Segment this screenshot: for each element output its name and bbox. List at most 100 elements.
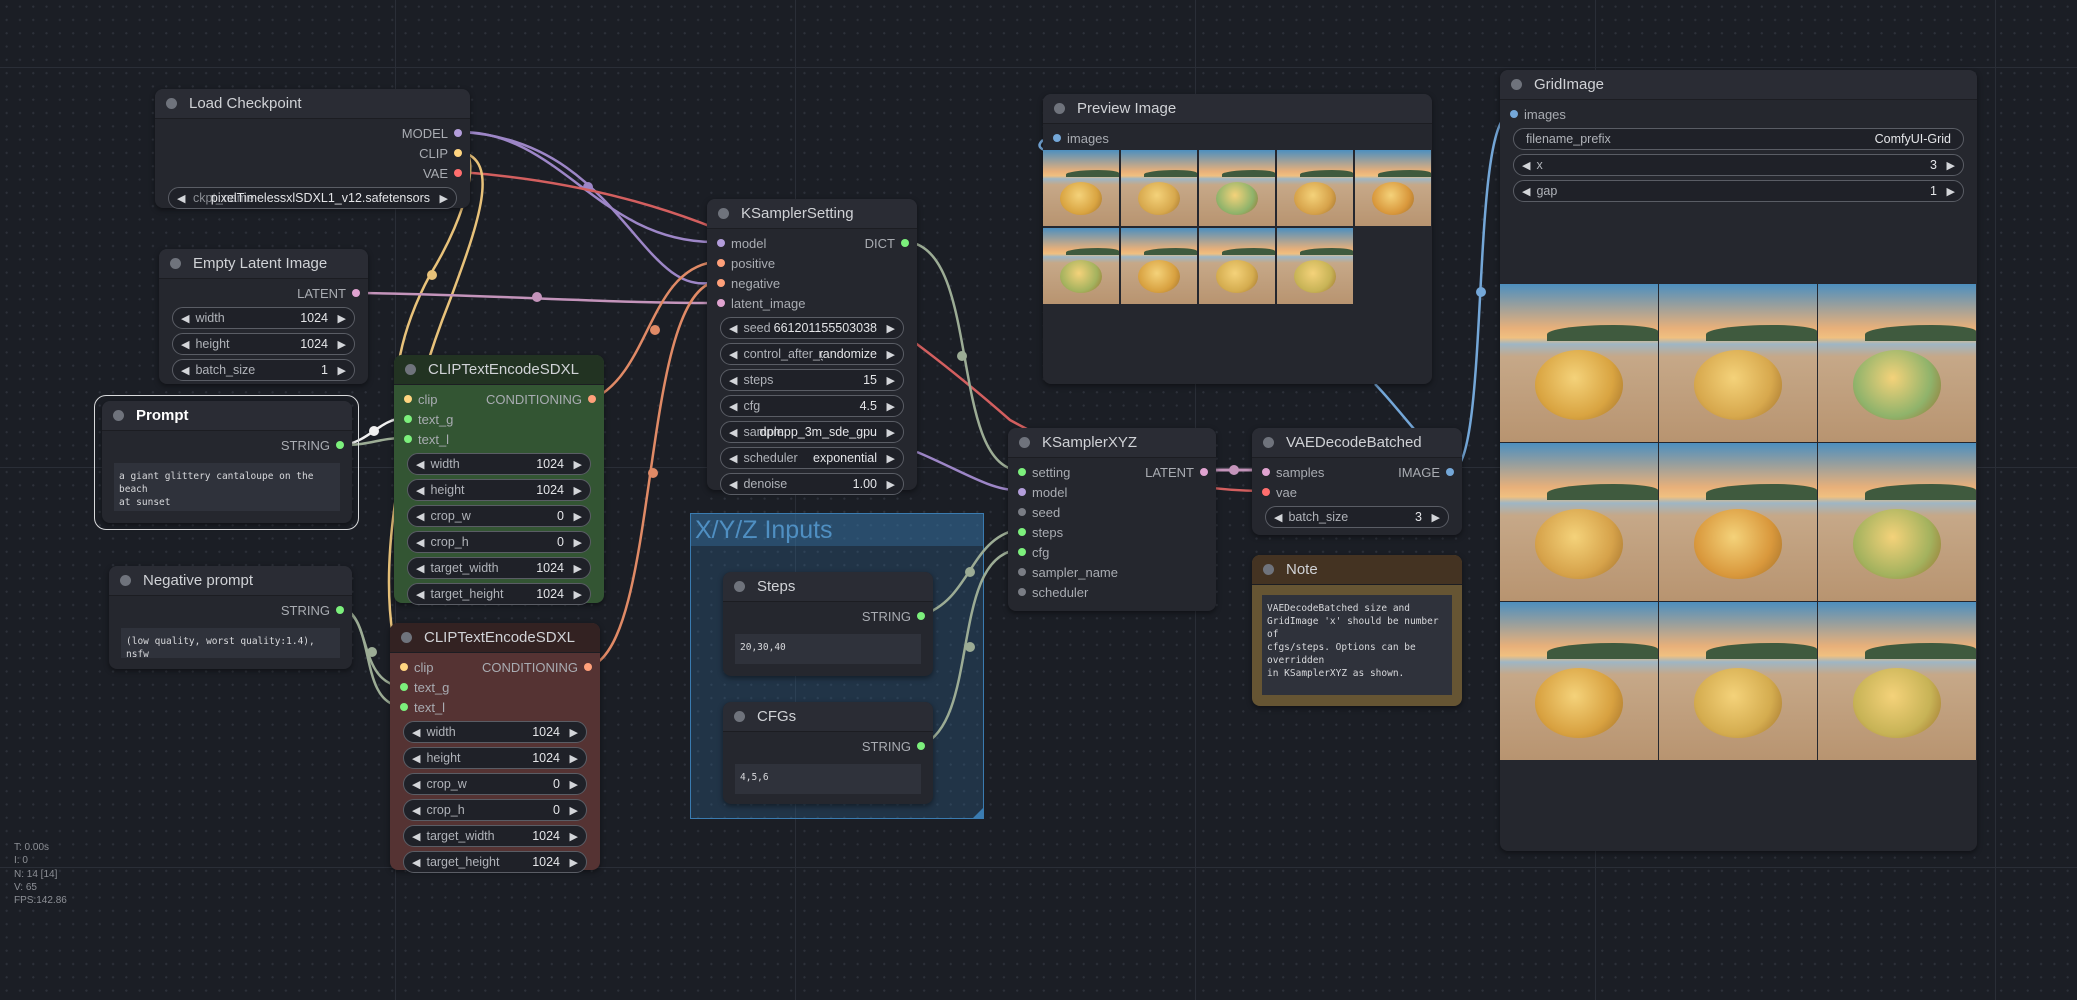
decrement-arrow-icon[interactable]: ◀	[729, 426, 737, 439]
node-header[interactable]: Prompt	[102, 401, 352, 431]
node-empty-latent-image[interactable]: Empty Latent Image LATENT ◀ width 1024 ▶ ◀ h…	[159, 249, 368, 384]
increment-arrow-icon[interactable]: ▶	[338, 312, 346, 325]
steps-textarea[interactable]: 20,30,40	[735, 634, 921, 664]
collapse-dot-icon[interactable]	[1263, 564, 1274, 575]
node-header[interactable]: KSamplerSetting	[707, 199, 917, 229]
node-steps[interactable]: Steps STRING 20,30,40	[723, 572, 933, 676]
input-slot-negative[interactable]	[717, 279, 725, 287]
widget-target-height[interactable]: ◀ target_height 1024 ▶	[403, 851, 587, 873]
generated-image-thumbnail[interactable]	[1818, 443, 1976, 601]
input-slot-clip[interactable]	[404, 395, 412, 403]
collapse-dot-icon[interactable]	[1263, 437, 1274, 448]
increment-arrow-icon[interactable]: ▶	[887, 426, 895, 439]
widget-crop-h[interactable]: ◀ crop_h 0 ▶	[403, 799, 587, 821]
node-clip-text-encode-positive[interactable]: CLIPTextEncodeSDXL clip CONDITIONING text…	[394, 355, 604, 605]
input-slot-clip[interactable]	[400, 663, 408, 671]
output-slot-vae[interactable]	[454, 169, 462, 177]
generated-image-thumbnail[interactable]	[1199, 228, 1275, 304]
widget-control-after-generate[interactable]: ◀ control_after_generaterandomize ▶	[720, 343, 904, 365]
node-header[interactable]: Steps	[723, 572, 933, 602]
node-header[interactable]: Empty Latent Image	[159, 249, 368, 279]
output-slot-string[interactable]	[917, 612, 925, 620]
input-slot-sampler-name[interactable]	[1018, 568, 1026, 576]
node-header[interactable]: Preview Image	[1043, 94, 1432, 124]
increment-arrow-icon[interactable]: ▶	[887, 348, 895, 361]
increment-arrow-icon[interactable]: ▶	[570, 804, 578, 817]
output-slot-string[interactable]	[336, 441, 344, 449]
generated-image-thumbnail[interactable]	[1355, 150, 1431, 226]
collapse-dot-icon[interactable]	[170, 258, 181, 269]
node-header[interactable]: CLIPTextEncodeSDXL	[394, 355, 604, 385]
output-slot-dict[interactable]	[901, 239, 909, 247]
decrement-arrow-icon[interactable]: ◀	[729, 322, 737, 335]
node-clip-text-encode-negative[interactable]: CLIPTextEncodeSDXL clip CONDITIONING text…	[390, 623, 600, 873]
node-vae-decode-batched[interactable]: VAEDecodeBatched samples IMAGE vae ◀ batch…	[1252, 428, 1462, 535]
widget-x[interactable]: ◀ x 3 ▶	[1513, 154, 1964, 176]
generated-image-thumbnail[interactable]	[1043, 150, 1119, 226]
collapse-dot-icon[interactable]	[405, 364, 416, 375]
generated-image-thumbnail[interactable]	[1121, 228, 1197, 304]
output-slot-latent[interactable]	[1200, 468, 1208, 476]
note-textarea[interactable]: VAEDecodeBatched size and GridImage 'x' …	[1262, 595, 1452, 695]
node-ksampler-xyz[interactable]: KSamplerXYZ setting LATENT model seed ste…	[1008, 428, 1216, 611]
input-slot-latent-image[interactable]	[717, 299, 725, 307]
decrement-arrow-icon[interactable]: ◀	[416, 458, 424, 471]
increment-arrow-icon[interactable]: ▶	[338, 364, 346, 377]
input-slot-setting[interactable]	[1018, 468, 1026, 476]
decrement-arrow-icon[interactable]: ◀	[729, 452, 737, 465]
decrement-arrow-icon[interactable]: ◀	[181, 364, 189, 377]
decrement-arrow-icon[interactable]: ◀	[729, 348, 737, 361]
decrement-arrow-icon[interactable]: ◀	[1522, 185, 1530, 198]
decrement-arrow-icon[interactable]: ◀	[729, 374, 737, 387]
decrement-arrow-icon[interactable]: ◀	[729, 400, 737, 413]
input-slot-steps[interactable]	[1018, 528, 1026, 536]
collapse-dot-icon[interactable]	[1019, 437, 1030, 448]
generated-image-thumbnail[interactable]	[1043, 228, 1119, 304]
node-header[interactable]: Note	[1252, 555, 1462, 585]
generated-image-thumbnail[interactable]	[1277, 228, 1353, 304]
generated-image-thumbnail[interactable]	[1659, 284, 1817, 442]
widget-height[interactable]: ◀ height 1024 ▶	[172, 333, 355, 355]
node-header[interactable]: CFGs	[723, 702, 933, 732]
decrement-arrow-icon[interactable]: ◀	[416, 588, 424, 601]
input-slot-scheduler[interactable]	[1018, 588, 1026, 596]
group-resize-handle[interactable]	[973, 808, 983, 818]
input-slot-seed[interactable]	[1018, 508, 1026, 516]
decrement-arrow-icon[interactable]: ◀	[177, 192, 185, 205]
generated-image-thumbnail[interactable]	[1818, 602, 1976, 760]
widget-target-width[interactable]: ◀ target_width 1024 ▶	[407, 557, 591, 579]
input-slot-images[interactable]	[1510, 110, 1518, 118]
node-ksampler-setting[interactable]: KSamplerSetting model DICT positive negat…	[707, 199, 917, 495]
increment-arrow-icon[interactable]: ▶	[574, 484, 582, 497]
widget-target-width[interactable]: ◀ target_width 1024 ▶	[403, 825, 587, 847]
generated-image-thumbnail[interactable]	[1500, 443, 1658, 601]
widget-target-height[interactable]: ◀ target_height 1024 ▶	[407, 583, 591, 605]
decrement-arrow-icon[interactable]: ◀	[729, 478, 737, 491]
collapse-dot-icon[interactable]	[120, 575, 131, 586]
widget-width[interactable]: ◀ width 1024 ▶	[172, 307, 355, 329]
increment-arrow-icon[interactable]: ▶	[887, 400, 895, 413]
output-slot-string[interactable]	[336, 606, 344, 614]
decrement-arrow-icon[interactable]: ◀	[412, 804, 420, 817]
collapse-dot-icon[interactable]	[718, 208, 729, 219]
widget-filename-prefix[interactable]: filename_prefix ComfyUI-Grid	[1513, 128, 1964, 150]
widget-cfg[interactable]: ◀ cfg 4.5 ▶	[720, 395, 904, 417]
widget-batch-size[interactable]: ◀ batch_size 3 ▶	[1265, 506, 1449, 528]
node-header[interactable]: Negative prompt	[109, 566, 352, 596]
generated-image-thumbnail[interactable]	[1121, 150, 1197, 226]
node-header[interactable]: VAEDecodeBatched	[1252, 428, 1462, 458]
increment-arrow-icon[interactable]: ▶	[887, 374, 895, 387]
input-slot-images[interactable]	[1053, 134, 1061, 142]
output-slot-image[interactable]	[1446, 468, 1454, 476]
decrement-arrow-icon[interactable]: ◀	[416, 484, 424, 497]
output-slot-conditioning[interactable]	[588, 395, 596, 403]
increment-arrow-icon[interactable]: ▶	[1947, 159, 1955, 172]
decrement-arrow-icon[interactable]: ◀	[412, 830, 420, 843]
increment-arrow-icon[interactable]: ▶	[338, 338, 346, 351]
decrement-arrow-icon[interactable]: ◀	[412, 778, 420, 791]
output-slot-latent[interactable]	[352, 289, 360, 297]
node-grid-image[interactable]: GridImage images filename_prefix ComfyUI-…	[1500, 70, 1977, 851]
negative-prompt-textarea[interactable]: (low quality, worst quality:1.4), nsfw	[121, 628, 340, 660]
node-preview-image[interactable]: Preview Image images	[1043, 94, 1432, 384]
increment-arrow-icon[interactable]: ▶	[574, 536, 582, 549]
